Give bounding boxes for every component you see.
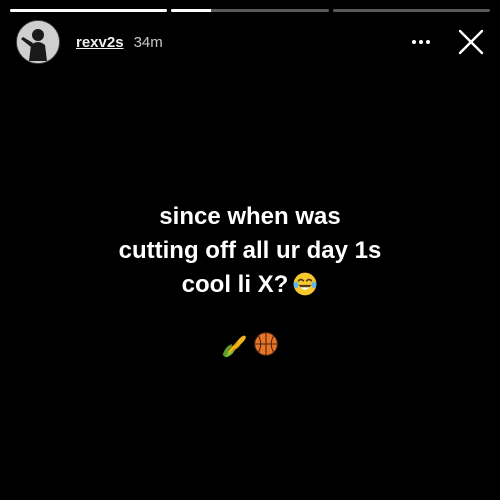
timestamp: 34m	[133, 33, 163, 51]
caption-line-2: cutting off all ur day 1s	[118, 237, 382, 264]
caption-line-1: since when was	[159, 203, 341, 230]
progress-segment-2	[171, 9, 329, 12]
avatar-image	[17, 21, 59, 63]
username[interactable]: rexv2s	[76, 34, 124, 51]
corn-emoji-icon	[222, 335, 246, 358]
basketball-emoji-icon	[254, 332, 279, 356]
story-progress-bar	[10, 9, 490, 12]
progress-segment-3	[332, 9, 490, 12]
tears-of-joy-emoji-icon	[293, 272, 317, 296]
emoji-line	[0, 330, 500, 364]
progress-segment-1	[10, 9, 168, 12]
story-caption: since when was cutting off all ur day 1s…	[0, 200, 500, 302]
close-icon[interactable]	[458, 29, 484, 55]
story-header: rexv2s 34m	[16, 20, 484, 64]
caption-line-3: cool li X?	[0, 268, 500, 302]
avatar[interactable]	[16, 20, 60, 64]
more-options-icon[interactable]	[408, 32, 434, 52]
